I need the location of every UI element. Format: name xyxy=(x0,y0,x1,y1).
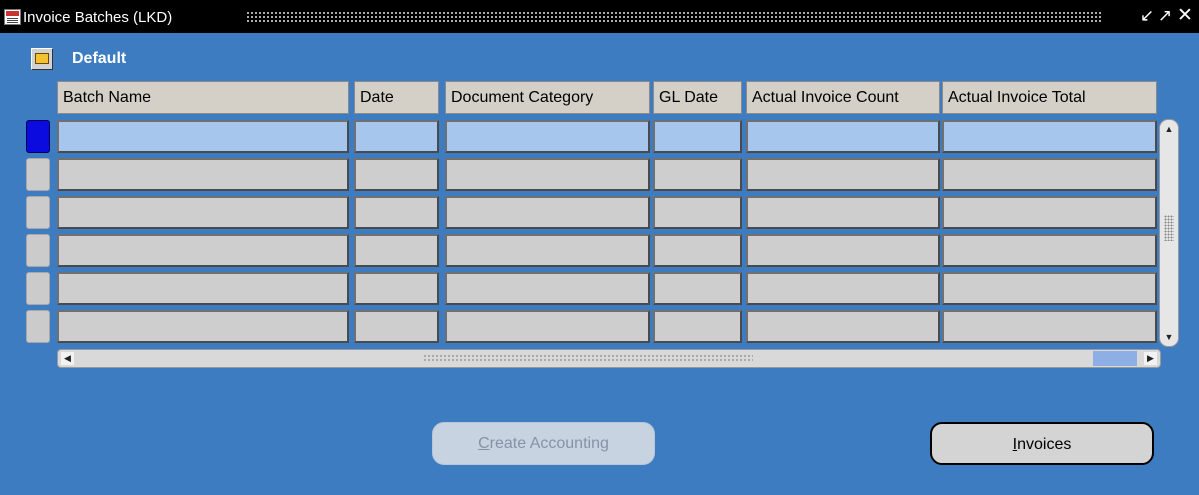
date-cell[interactable] xyxy=(354,158,439,191)
date-cell[interactable] xyxy=(354,310,439,343)
document-category-cell[interactable] xyxy=(445,196,650,229)
batch-name-cell[interactable] xyxy=(57,310,349,343)
document-category-cell[interactable] xyxy=(445,310,650,343)
batch-name-cell[interactable] xyxy=(57,158,349,191)
gl-date-cell[interactable] xyxy=(653,310,742,343)
column-header-date[interactable]: Date xyxy=(354,81,439,114)
scroll-up-icon[interactable]: ▲ xyxy=(1163,123,1175,135)
actual-invoice-total-cell[interactable] xyxy=(942,272,1157,305)
row-indicator[interactable] xyxy=(26,310,50,343)
invoice-batches-table: Batch Name Date Document Category GL Dat… xyxy=(25,81,1183,371)
vertical-scrollbar[interactable]: ▲ ▼ xyxy=(1159,119,1179,347)
close-icon[interactable]: ✕ xyxy=(1176,6,1194,26)
scroll-track-grip xyxy=(423,354,753,363)
actual-invoice-count-cell[interactable] xyxy=(746,158,940,191)
invoices-label: nvoices xyxy=(1017,436,1072,453)
window-title-bar[interactable]: Invoice Batches (LKD) ↙ ↗ ✕ xyxy=(0,0,1199,33)
batch-name-cell[interactable] xyxy=(57,272,349,305)
document-category-cell[interactable] xyxy=(445,120,650,153)
actual-invoice-total-cell[interactable] xyxy=(942,120,1157,153)
folder-open-icon[interactable] xyxy=(31,48,53,70)
row-indicator[interactable] xyxy=(26,196,50,229)
invoices-button[interactable]: Invoices xyxy=(930,422,1154,465)
folder-name: Default xyxy=(72,50,127,67)
oracle-forms-icon xyxy=(4,9,21,25)
scroll-left-icon[interactable]: ◀ xyxy=(61,352,74,365)
document-category-cell[interactable] xyxy=(445,234,650,267)
gl-date-cell[interactable] xyxy=(653,272,742,305)
column-header-gl-date[interactable]: GL Date xyxy=(653,81,742,114)
document-category-cell[interactable] xyxy=(445,158,650,191)
actual-invoice-count-cell[interactable] xyxy=(746,120,940,153)
actual-invoice-count-cell[interactable] xyxy=(746,196,940,229)
scroll-thumb[interactable] xyxy=(1093,351,1137,366)
gl-date-cell[interactable] xyxy=(653,196,742,229)
gl-date-cell[interactable] xyxy=(653,158,742,191)
scroll-down-icon[interactable]: ▼ xyxy=(1163,331,1175,343)
gl-date-cell[interactable] xyxy=(653,234,742,267)
gl-date-cell[interactable] xyxy=(653,120,742,153)
title-bar-grip xyxy=(246,11,1103,23)
date-cell[interactable] xyxy=(354,120,439,153)
actual-invoice-count-cell[interactable] xyxy=(746,234,940,267)
date-cell[interactable] xyxy=(354,196,439,229)
window-title: Invoice Batches (LKD) xyxy=(23,9,173,26)
create-accounting-button: Create Accounting xyxy=(432,422,655,465)
batch-name-cell[interactable] xyxy=(57,196,349,229)
column-header-actual-invoice-total[interactable]: Actual Invoice Total xyxy=(942,81,1157,114)
date-cell[interactable] xyxy=(354,234,439,267)
column-header-document-category[interactable]: Document Category xyxy=(445,81,650,114)
actual-invoice-count-cell[interactable] xyxy=(746,272,940,305)
minimize-icon[interactable]: ↙ xyxy=(1138,6,1156,26)
create-accounting-label: reate Accounting xyxy=(489,435,609,452)
batch-name-cell[interactable] xyxy=(57,234,349,267)
column-header-batch-name[interactable]: Batch Name xyxy=(57,81,349,114)
row-indicator[interactable] xyxy=(26,120,50,153)
actual-invoice-count-cell[interactable] xyxy=(746,310,940,343)
horizontal-scrollbar[interactable]: ◀ ▶ xyxy=(57,349,1161,368)
maximize-icon[interactable]: ↗ xyxy=(1156,6,1174,26)
row-indicator[interactable] xyxy=(26,234,50,267)
date-cell[interactable] xyxy=(354,272,439,305)
actual-invoice-total-cell[interactable] xyxy=(942,196,1157,229)
actual-invoice-total-cell[interactable] xyxy=(942,158,1157,191)
actual-invoice-total-cell[interactable] xyxy=(942,310,1157,343)
batch-name-cell[interactable] xyxy=(57,120,349,153)
scroll-right-icon[interactable]: ▶ xyxy=(1144,352,1157,365)
column-header-actual-invoice-count[interactable]: Actual Invoice Count xyxy=(746,81,940,114)
document-category-cell[interactable] xyxy=(445,272,650,305)
scroll-thumb[interactable] xyxy=(1164,215,1174,241)
row-indicator[interactable] xyxy=(26,272,50,305)
create-accounting-mnemonic: C xyxy=(478,435,490,452)
row-indicator[interactable] xyxy=(26,158,50,191)
actual-invoice-total-cell[interactable] xyxy=(942,234,1157,267)
